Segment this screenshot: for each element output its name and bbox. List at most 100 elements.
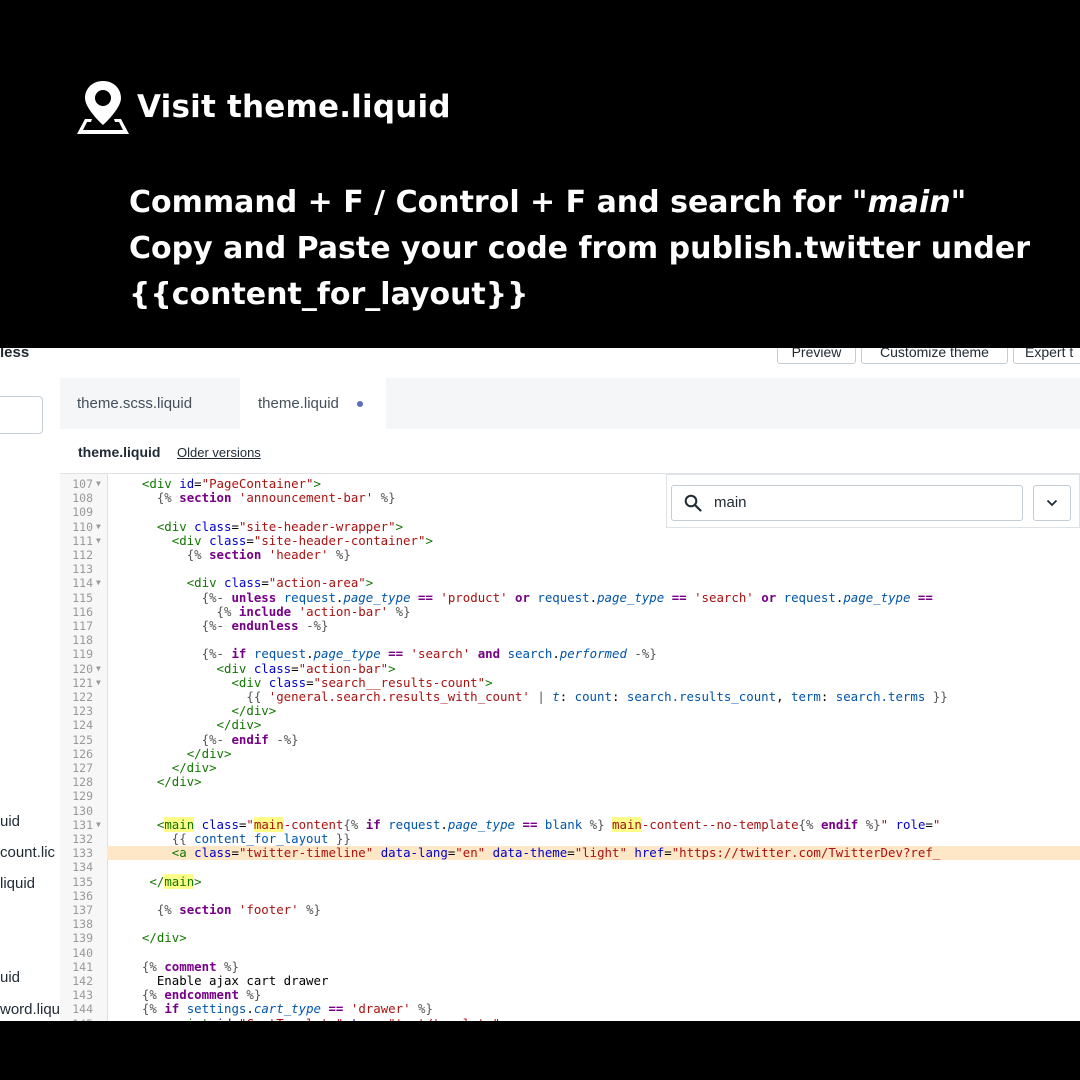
code-editor[interactable]: 107 ▼ <div id="PageContainer"> 108 {% sect… — [60, 474, 1080, 1021]
line-number: 140 — [72, 945, 93, 960]
sidebar-file-item[interactable]: count.lic — [0, 844, 55, 861]
line-number: 115 — [72, 590, 93, 605]
find-panel: main — [666, 474, 1080, 528]
code-text: </div> — [156, 774, 202, 790]
line-number: 139 — [72, 931, 93, 946]
sidebar-file-item[interactable]: liquid — [0, 875, 35, 892]
customize-theme-button[interactable]: Customize theme — [861, 348, 1008, 364]
code-text: <div class="site-header-container"> — [171, 532, 433, 548]
code-line[interactable]: 115 {%- unless request.page_type == 'pro… — [60, 590, 1080, 605]
code-line[interactable]: 113 — [60, 562, 1080, 576]
code-line[interactable]: 131 ▼ <main class="main-content{% if requ… — [60, 816, 1080, 832]
code-line[interactable]: 130 — [60, 804, 1080, 818]
code-text: Enable ajax cart drawer — [127, 973, 329, 988]
line-number: 107 — [72, 477, 93, 491]
code-line[interactable]: 116 {% include 'action-bar' %} — [60, 604, 1080, 619]
code-line[interactable]: 129 — [60, 789, 1080, 803]
code-line[interactable]: 144 {% if settings.cart_type == 'drawer'… — [60, 1002, 1080, 1017]
code-line[interactable]: 138 — [60, 917, 1080, 931]
code-line[interactable]: 143 {% endcomment %} — [60, 988, 1080, 1003]
fold-arrow-icon[interactable]: ▼ — [96, 520, 101, 534]
preview-button[interactable]: Preview — [777, 348, 856, 364]
sidebar-file-item[interactable]: uid — [0, 813, 20, 830]
code-line[interactable]: 142 Enable ajax cart drawer — [60, 973, 1080, 988]
chevron-down-icon — [1046, 499, 1058, 507]
line-number: 129 — [72, 789, 93, 804]
code-line[interactable]: 117 {%- endunless -%} — [60, 618, 1080, 633]
line-number: 127 — [72, 761, 93, 775]
code-line[interactable]: 137 {% section 'footer' %} — [60, 902, 1080, 917]
store-name: less — [0, 348, 30, 361]
code-line[interactable]: 145▼ <script id="CartTemplate" type="tex… — [60, 1016, 1080, 1021]
instruction-line-3: {{content_for_layout}} — [129, 277, 529, 312]
code-text: </div> — [231, 703, 277, 719]
code-line[interactable]: 132 {{ content_for_layout }} — [60, 831, 1080, 846]
instruction-line-1: Command + F / Control + F and search for… — [129, 180, 1030, 226]
fold-arrow-icon[interactable]: ▼ — [96, 477, 101, 491]
code-line[interactable]: 127 </div> — [60, 760, 1080, 775]
line-number: 122 — [72, 690, 93, 704]
fold-arrow-icon[interactable]: ▼ — [96, 818, 101, 832]
line-number: 136 — [72, 888, 93, 903]
code-line[interactable]: 134 — [60, 860, 1080, 874]
line-number: 114 — [72, 576, 93, 591]
line-number: 131 — [72, 817, 93, 832]
line-number: 143 — [72, 988, 93, 1003]
code-line[interactable]: 120 ▼ <div class="action-bar"> — [60, 660, 1080, 676]
code-line[interactable]: 136 — [60, 889, 1080, 903]
code-text: <a class="twitter-timeline" data-lang="e… — [171, 845, 941, 861]
code-line[interactable]: 123 </div> — [60, 703, 1080, 719]
line-number: 109 — [72, 505, 93, 520]
fold-arrow-icon[interactable]: ▼ — [96, 534, 101, 548]
line-number: 132 — [72, 832, 93, 846]
expert-button[interactable]: Expert t — [1013, 348, 1080, 364]
code-line[interactable]: 111 ▼ <div class="site-header-container"> — [60, 532, 1080, 548]
code-line[interactable]: 128 </div> — [60, 774, 1080, 790]
code-line[interactable]: 121 ▼ <div class="search__results-count"> — [60, 675, 1080, 690]
code-line[interactable]: 135 </main> — [60, 873, 1080, 889]
line-number: 137 — [72, 903, 93, 917]
code-line[interactable]: 119 {%- if request.page_type == 'search'… — [60, 647, 1080, 662]
code-text: {{ 'general.search.results_with_count' |… — [246, 689, 948, 704]
code-text: </div> — [216, 717, 262, 733]
code-text: <div class="action-bar"> — [216, 660, 396, 676]
find-options-button[interactable] — [1033, 485, 1071, 521]
code-line[interactable]: 126 </div> — [60, 746, 1080, 761]
code-line[interactable]: 112 {% section 'header' %} — [60, 547, 1080, 562]
page-title: Visit theme.liquid — [137, 89, 451, 125]
line-number: 119 — [72, 647, 93, 662]
code-line[interactable]: 133 <a class="twitter-timeline" data-lan… — [72, 845, 1080, 861]
fold-arrow-icon[interactable]: ▼ — [96, 1017, 101, 1021]
fold-arrow-icon[interactable]: ▼ — [96, 576, 101, 590]
older-versions-link[interactable]: Older versions — [177, 445, 261, 460]
code-line[interactable]: 139 </div> — [60, 931, 1080, 946]
line-number: 110 — [72, 519, 93, 534]
file-sidebar: uid count.lic liquid uid word.liqu — [0, 378, 61, 1021]
tab-theme-scss-liquid[interactable]: theme.scss.liquid — [77, 378, 192, 429]
instruction-line-1-post: " — [950, 185, 967, 220]
code-line[interactable]: 140 — [60, 946, 1080, 960]
code-line[interactable]: 124 </div> — [60, 717, 1080, 733]
sidebar-file-item[interactable]: word.liqu — [0, 1001, 60, 1018]
code-text: </div> — [171, 760, 217, 775]
instruction-line-1-pre: Command + F / Control + F and search for… — [129, 185, 868, 220]
tab-theme-liquid[interactable]: theme.liquid — [240, 378, 386, 429]
code-text: <div class="action-area"> — [186, 575, 374, 591]
code-text: {% section 'footer' %} — [156, 902, 321, 917]
code-line[interactable]: 118 — [60, 633, 1080, 647]
code-line[interactable]: 125 {%- endif -%} — [60, 732, 1080, 747]
fold-arrow-icon[interactable]: ▼ — [96, 676, 101, 690]
line-number: 116 — [72, 604, 93, 619]
code-line[interactable]: 141 {% comment %} — [60, 959, 1080, 974]
line-number: 124 — [72, 718, 93, 733]
file-search-input[interactable] — [0, 396, 43, 434]
fold-arrow-icon[interactable]: ▼ — [96, 662, 101, 676]
line-number: 142 — [72, 974, 93, 988]
code-text: </main> — [149, 873, 202, 889]
sidebar-file-item[interactable]: uid — [0, 969, 20, 986]
file-title: theme.liquid — [78, 444, 161, 460]
code-line[interactable]: 122 {{ 'general.search.results_with_coun… — [60, 689, 1080, 704]
find-input[interactable]: main — [671, 485, 1023, 521]
code-line[interactable]: 114 ▼ <div class="action-area"> — [60, 575, 1080, 591]
line-number: 112 — [72, 548, 93, 562]
